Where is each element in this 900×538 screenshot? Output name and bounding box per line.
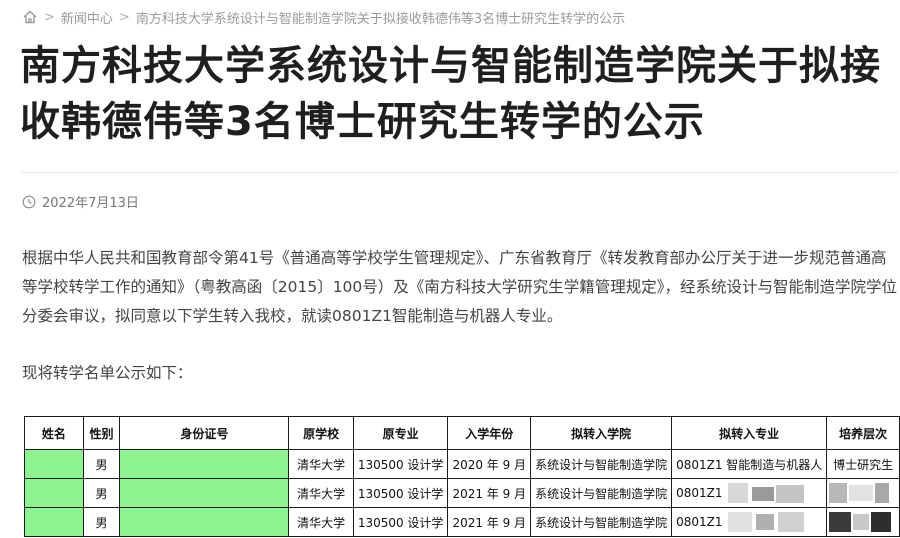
header-enroll-year: 入学年份 [447, 416, 532, 450]
pixelation-overlay [853, 514, 870, 530]
pixelation-overlay [778, 512, 805, 532]
header-original-school: 原学校 [288, 416, 354, 450]
target-major-cell: 0801Z1 智能制造与机器人 [671, 449, 828, 479]
page-title: 南方科技大学系统设计与智能制造学院关于拟接收韩德伟等3名博士研究生转学的公示 [20, 43, 881, 145]
year-cell: 2021 年 9 月 [447, 478, 532, 508]
school-cell: 清华大学 [288, 449, 354, 479]
header-target-school: 拟转入学院 [530, 416, 673, 450]
pixelation-overlay [752, 487, 775, 501]
pixelation-overlay [871, 512, 892, 532]
table-header-row: 姓名 性别 身份证号 原学校 原专业 入学年份 拟转入学院 拟转入专业 培养层次 [24, 416, 900, 450]
table-row: 男 清华大学 130500 设计学 2021 年 9 月 系统设计与智能制造学院… [24, 478, 900, 508]
year-cell: 2020 年 9 月 [447, 449, 532, 479]
pixelation-overlay [728, 512, 753, 532]
name-cell-redacted [24, 449, 84, 479]
title-divider [22, 172, 898, 173]
degree-cell-pixelated [826, 507, 900, 537]
school-cell: 清华大学 [288, 507, 354, 537]
target-major-text: 0801Z1 [676, 486, 723, 500]
article-intro: 现将转学名单公示如下： [22, 364, 193, 382]
breadcrumb: > 新闻中心 > 南方科技大学系统设计与智能制造学院关于拟接收韩德伟等3名博士研… [22, 7, 625, 27]
pixelation-overlay [728, 483, 749, 503]
degree-cell-pixelated [826, 478, 900, 508]
table-row: 男 清华大学 130500 设计学 2021 年 9 月 系统设计与智能制造学院… [24, 507, 900, 537]
header-degree-level: 培养层次 [826, 416, 900, 450]
target-major-cell-partial: 0801Z1 [671, 478, 828, 508]
gender-cell: 男 [82, 507, 121, 537]
pixelation-overlay [829, 512, 852, 532]
table-row: 男 清华大学 130500 设计学 2020 年 9 月 系统设计与智能制造学院… [24, 449, 900, 479]
id-cell-redacted [119, 449, 290, 479]
header-gender: 性别 [82, 416, 121, 450]
degree-cell: 博士研究生 [826, 449, 900, 479]
clock-icon [22, 195, 36, 208]
target-school-cell: 系统设计与智能制造学院 [530, 507, 673, 537]
id-cell-redacted [119, 507, 290, 537]
target-school-cell: 系统设计与智能制造学院 [530, 478, 673, 508]
school-cell: 清华大学 [288, 478, 354, 508]
pixelation-overlay [829, 483, 848, 503]
name-cell-redacted [24, 507, 84, 537]
header-target-major: 拟转入专业 [671, 416, 828, 450]
breadcrumb-news-center[interactable]: 新闻中心 [61, 8, 113, 27]
gender-cell: 男 [82, 478, 121, 508]
home-icon[interactable] [22, 9, 38, 25]
target-major-text: 0801Z1 [676, 515, 723, 529]
header-original-major: 原专业 [352, 416, 449, 450]
transfer-table: 姓名 性别 身份证号 原学校 原专业 入学年份 拟转入学院 拟转入专业 培养层次… [24, 416, 900, 537]
article-body: 根据中华人民共和国教育部令第41号《普通高等学校学生管理规定》、广东省教育厅《转… [22, 249, 898, 325]
major-cell: 130500 设计学 [352, 507, 449, 537]
breadcrumb-separator: > [44, 9, 55, 25]
year-cell: 2021 年 9 月 [447, 507, 532, 537]
id-cell-redacted [119, 478, 290, 508]
major-cell: 130500 设计学 [352, 478, 449, 508]
pixelation-overlay [849, 485, 874, 501]
major-cell: 130500 设计学 [352, 449, 449, 479]
header-id-number: 身份证号 [119, 416, 290, 450]
breadcrumb-current: 南方科技大学系统设计与智能制造学院关于拟接收韩德伟等3名博士研究生转学的公示 [135, 11, 626, 27]
pixelation-overlay [756, 514, 775, 530]
publish-date-text: 2022年7月13日 [42, 196, 139, 211]
publish-date: 2022年7月13日 [22, 192, 139, 211]
pixelation-overlay [776, 485, 805, 503]
target-school-cell: 系统设计与智能制造学院 [530, 449, 673, 479]
breadcrumb-separator: > [118, 9, 130, 25]
pixelation-overlay [875, 483, 890, 503]
header-name: 姓名 [24, 416, 84, 450]
name-cell-redacted [24, 478, 84, 508]
target-major-cell-partial: 0801Z1 [671, 507, 828, 537]
gender-cell: 男 [82, 449, 121, 479]
